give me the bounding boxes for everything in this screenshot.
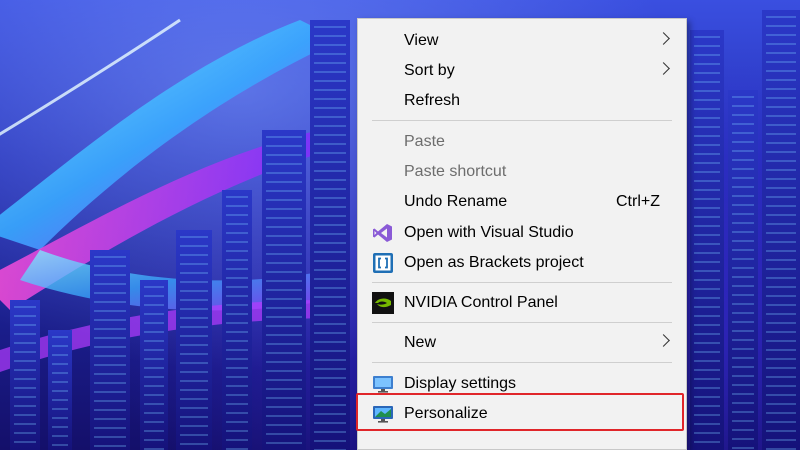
menu-item-label: Undo Rename <box>404 193 508 210</box>
brackets-icon <box>372 252 394 274</box>
menu-item-undo-rename[interactable]: Undo Rename Ctrl+Z <box>358 188 686 216</box>
menu-item-paste[interactable]: Paste <box>358 128 686 156</box>
menu-item-label: Refresh <box>404 92 461 109</box>
menu-item-label: New <box>404 334 437 351</box>
menu-item-paste-shortcut[interactable]: Paste shortcut <box>358 158 686 186</box>
menu-separator <box>372 120 672 121</box>
menu-item-label: Paste shortcut <box>404 163 507 180</box>
chevron-right-icon <box>657 334 670 347</box>
menu-item-new[interactable]: New <box>358 329 686 357</box>
chevron-right-icon <box>657 62 670 75</box>
visual-studio-icon <box>372 222 394 244</box>
menu-item-refresh[interactable]: Refresh <box>358 87 686 115</box>
menu-separator <box>372 322 672 323</box>
menu-item-label: View <box>404 32 439 49</box>
menu-item-label: Sort by <box>404 62 455 79</box>
chevron-right-icon <box>657 32 670 45</box>
menu-item-label: Open as Brackets project <box>404 254 584 271</box>
nvidia-icon <box>372 292 394 314</box>
menu-item-view[interactable]: View <box>358 27 686 55</box>
menu-item-label: Display settings <box>404 375 517 392</box>
menu-separator <box>372 282 672 283</box>
menu-item-shortcut: Ctrl+Z <box>616 193 660 210</box>
menu-item-label: NVIDIA Control Panel <box>404 294 558 311</box>
menu-item-label: Open with Visual Studio <box>404 224 574 241</box>
desktop-context-menu: View Sort by Refresh Paste Paste shortcu… <box>357 18 687 450</box>
menu-item-open-with-visual-studio[interactable]: Open with Visual Studio <box>358 219 686 247</box>
menu-item-label: Paste <box>404 133 445 150</box>
personalize-highlight-box <box>356 393 684 431</box>
menu-item-sort-by[interactable]: Sort by <box>358 57 686 85</box>
menu-separator <box>372 362 672 363</box>
menu-item-nvidia-control-panel[interactable]: NVIDIA Control Panel <box>358 289 686 317</box>
menu-item-open-as-brackets-project[interactable]: Open as Brackets project <box>358 249 686 277</box>
display-settings-icon <box>372 373 394 395</box>
